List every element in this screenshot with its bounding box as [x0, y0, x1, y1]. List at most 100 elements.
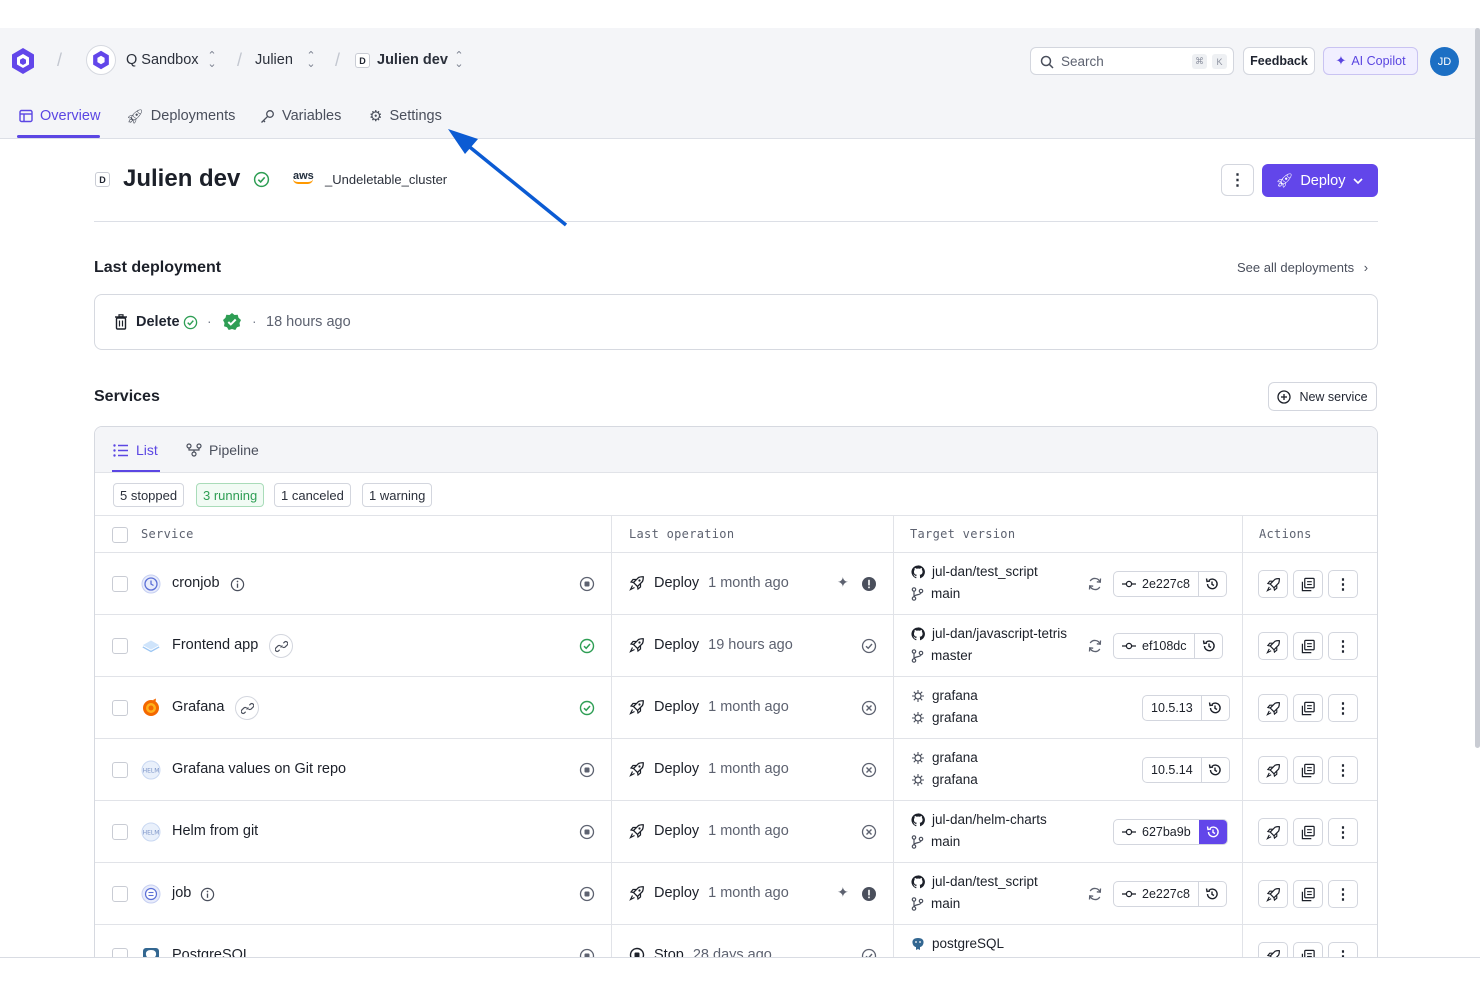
logs-button[interactable]	[1293, 880, 1323, 908]
last-operation[interactable]: Deploy 1 month ago	[629, 885, 789, 901]
breadcrumb-environment[interactable]: Julien dev	[377, 52, 448, 68]
target-repository[interactable]: jul-dan/test_script	[911, 564, 1038, 579]
chevron-updown-icon[interactable]: ⌃ ⌄	[305, 51, 317, 70]
history-icon[interactable]	[1197, 572, 1226, 596]
service-name[interactable]: cronjob	[172, 575, 220, 591]
logs-button[interactable]	[1293, 756, 1323, 784]
feedback-button[interactable]: Feedback	[1243, 47, 1315, 75]
tab-settings[interactable]: ⚙ Settings	[369, 106, 442, 126]
row-more-options-button[interactable]: ⋮	[1328, 818, 1358, 846]
sync-icon[interactable]	[1087, 638, 1103, 654]
row-checkbox[interactable]	[112, 762, 128, 778]
service-name[interactable]: PostgreSQL	[172, 947, 251, 957]
logs-button[interactable]	[1293, 694, 1323, 722]
history-icon[interactable]	[1194, 634, 1222, 658]
table-row[interactable]: Grafana Deploy 1 month ago grafana grafana 10…	[95, 677, 1377, 739]
service-name[interactable]: Frontend app	[172, 637, 258, 653]
redeploy-button[interactable]	[1258, 818, 1288, 846]
table-row[interactable]: job Deploy 1 month ago ✦ jul-dan/test_script…	[95, 863, 1377, 925]
search-input[interactable]: Search ⌘ K	[1030, 47, 1234, 75]
last-operation[interactable]: Deploy 1 month ago	[629, 699, 789, 715]
select-all-checkbox[interactable]	[112, 527, 128, 543]
service-name[interactable]: Grafana	[172, 699, 224, 715]
deploy-button[interactable]: 🚀︎ Deploy	[1262, 164, 1378, 197]
info-icon[interactable]	[199, 886, 215, 902]
version-selector[interactable]: 10.5.13	[1142, 695, 1230, 721]
tab-overview[interactable]: Overview	[19, 106, 100, 126]
breadcrumb-project[interactable]: Julien	[255, 52, 293, 68]
table-row[interactable]: HELM Helm from git Deploy 1 month ago jul-da…	[95, 801, 1377, 863]
row-checkbox[interactable]	[112, 948, 128, 957]
target-repository[interactable]: postgreSQL	[911, 936, 1004, 951]
ai-sparkle-icon[interactable]: ✦	[837, 884, 849, 901]
last-deployment-card[interactable]: Delete · · 18 hours ago	[94, 294, 1378, 350]
logs-button[interactable]	[1293, 942, 1323, 957]
ai-sparkle-icon[interactable]: ✦	[837, 574, 849, 591]
column-header-service[interactable]: Service	[141, 527, 194, 541]
target-repository[interactable]: jul-dan/helm-charts	[911, 812, 1047, 827]
row-more-options-button[interactable]: ⋮	[1328, 694, 1358, 722]
tab-list-view[interactable]: List	[113, 442, 158, 458]
cluster-name[interactable]: _Undeletable_cluster	[325, 172, 447, 187]
row-checkbox[interactable]	[112, 824, 128, 840]
redeploy-button[interactable]	[1258, 694, 1288, 722]
service-name[interactable]: job	[172, 885, 191, 901]
table-row[interactable]: PostgreSQL Stop 28 days ago postgreSQL ⋮	[95, 925, 1377, 957]
chevron-updown-icon[interactable]: ⌃ ⌄	[206, 51, 218, 70]
warning-icon[interactable]	[861, 576, 877, 592]
logs-button[interactable]	[1293, 632, 1323, 660]
redeploy-button[interactable]	[1258, 570, 1288, 598]
logs-button[interactable]	[1293, 818, 1323, 846]
scrollbar[interactable]	[1475, 28, 1480, 748]
history-icon[interactable]	[1200, 696, 1229, 720]
version-selector[interactable]: ef108dc	[1113, 633, 1224, 659]
sync-icon[interactable]	[1087, 576, 1103, 592]
warning-icon[interactable]	[861, 886, 877, 902]
version-selector[interactable]: 2e227c8	[1113, 571, 1227, 597]
app-logo-icon[interactable]	[10, 47, 36, 75]
last-operation[interactable]: Stop 28 days ago	[629, 947, 772, 957]
tab-pipeline-view[interactable]: Pipeline	[186, 442, 259, 458]
row-checkbox[interactable]	[112, 886, 128, 902]
info-icon[interactable]	[229, 576, 245, 592]
ai-copilot-button[interactable]: ✦ AI Copilot	[1323, 47, 1418, 75]
row-more-options-button[interactable]: ⋮	[1328, 942, 1358, 957]
redeploy-button[interactable]	[1258, 942, 1288, 957]
table-row[interactable]: Frontend app Deploy 19 hours ago jul-dan/ja…	[95, 615, 1377, 677]
redeploy-button[interactable]	[1258, 756, 1288, 784]
target-repository[interactable]: jul-dan/javascript-tetris	[911, 626, 1067, 641]
last-operation[interactable]: Deploy 1 month ago	[629, 575, 789, 591]
version-selector[interactable]: 627ba9b	[1113, 819, 1228, 845]
row-more-options-button[interactable]: ⋮	[1328, 756, 1358, 784]
row-more-options-button[interactable]: ⋮	[1328, 632, 1358, 660]
redeploy-button[interactable]	[1258, 880, 1288, 908]
target-repository[interactable]: jul-dan/test_script	[911, 874, 1038, 889]
more-options-button[interactable]: ⋮	[1221, 164, 1254, 196]
history-icon[interactable]	[1198, 820, 1227, 844]
last-operation[interactable]: Deploy 1 month ago	[629, 823, 789, 839]
redeploy-button[interactable]	[1258, 632, 1288, 660]
history-icon[interactable]	[1200, 758, 1229, 782]
row-checkbox[interactable]	[112, 638, 128, 654]
column-header-target-version[interactable]: Target version	[910, 527, 1015, 541]
row-checkbox[interactable]	[112, 576, 128, 592]
table-row[interactable]: HELM Grafana values on Git repo Deploy 1 mo…	[95, 739, 1377, 801]
see-all-deployments-link[interactable]: See all deployments ›	[1237, 260, 1368, 275]
filter-running[interactable]: 3 running	[196, 483, 265, 507]
last-operation[interactable]: Deploy 1 month ago	[629, 761, 789, 777]
target-repository[interactable]: grafana	[911, 750, 978, 765]
link-icon[interactable]	[269, 634, 293, 658]
table-row[interactable]: cronjob Deploy 1 month ago ✦ jul-dan/test_sc…	[95, 553, 1377, 615]
row-more-options-button[interactable]: ⋮	[1328, 570, 1358, 598]
breadcrumb-org[interactable]: Q Sandbox	[126, 52, 199, 68]
row-more-options-button[interactable]: ⋮	[1328, 880, 1358, 908]
user-avatar[interactable]: JD	[1430, 47, 1459, 76]
target-repository[interactable]: grafana	[911, 688, 978, 703]
filter-warning[interactable]: 1 warning	[362, 483, 433, 507]
logs-button[interactable]	[1293, 570, 1323, 598]
column-header-last-operation[interactable]: Last operation	[629, 527, 734, 541]
history-icon[interactable]	[1197, 882, 1226, 906]
service-name[interactable]: Helm from git	[172, 823, 258, 839]
tab-variables[interactable]: Variables	[260, 106, 341, 126]
version-selector[interactable]: 10.5.14	[1142, 757, 1230, 783]
